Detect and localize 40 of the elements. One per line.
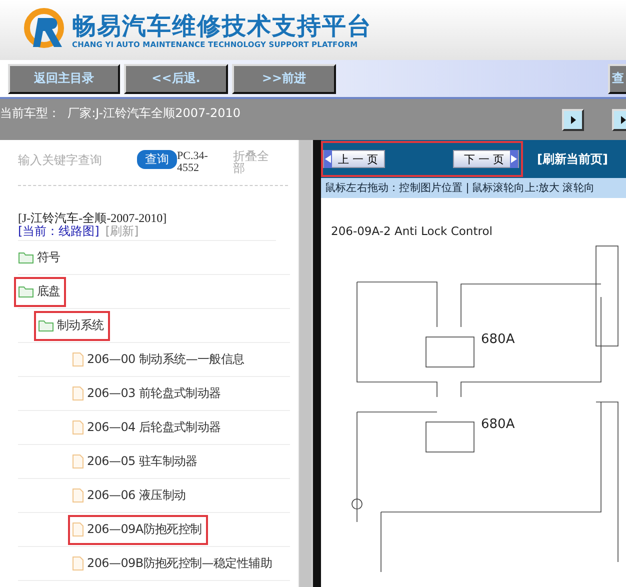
panel-toggle-button[interactable] <box>562 109 584 131</box>
document-icon <box>72 420 84 435</box>
document-icon <box>72 488 84 503</box>
site-title: 畅易汽车维修技术支持平台 <box>72 12 372 40</box>
document-icon <box>72 556 84 571</box>
document-icon <box>72 522 84 537</box>
usage-hint: 鼠标左右拖动：控制图片位置 | 鼠标滚轮向上:放大 滚轮向 <box>321 178 626 198</box>
tree-item[interactable]: 206—09B防抱死控制—稳定性辅助 <box>68 548 278 578</box>
scrollbar[interactable] <box>298 140 311 587</box>
tree-item[interactable]: 206—05 驻车制动器 <box>68 446 204 476</box>
tree-item[interactable]: 206—06 液压制动 <box>68 480 192 510</box>
vehicle-name: [J-江铃汽车-全顺-2007-2010] <box>18 212 168 225</box>
next-page-button[interactable]: 下 一 页 <box>453 150 519 168</box>
splitter-bar[interactable] <box>311 140 321 587</box>
diagram-title: 206-09A-2 Anti Lock Control <box>331 224 494 238</box>
current-vehicle-text: 当前车型： 厂家:J-江铃汽车全顺2007-2010 <box>0 105 241 122</box>
arrow-right-icon <box>511 155 517 163</box>
tree-item[interactable]: 制动系统 <box>34 310 110 340</box>
code-text: PC.34-4552 <box>177 150 209 174</box>
document-icon <box>72 352 84 367</box>
tree-item[interactable]: 符号 <box>14 242 66 272</box>
search-button[interactable]: 查询 <box>137 150 177 169</box>
previous-page-button[interactable]: 上 一 页 <box>323 150 385 168</box>
document-icon <box>72 454 84 469</box>
component-label: 680A <box>481 332 515 347</box>
current-view-link[interactable]: [当前：线路图] <box>18 225 100 238</box>
arrow-left-icon <box>325 155 331 163</box>
folder-icon <box>18 251 34 264</box>
refresh-page-link[interactable]: [刷新当前页] <box>537 150 608 168</box>
tree-item[interactable]: 底盘 <box>14 276 66 306</box>
document-icon <box>72 386 84 401</box>
folder-icon <box>18 285 34 298</box>
tree-item[interactable]: 206—09A防抱死控制 <box>68 514 208 544</box>
component-label: 680A <box>481 417 515 432</box>
tree-item[interactable]: 206—04 后轮盘式制动器 <box>68 412 227 442</box>
tree-item[interactable]: 206—00 制动系统—一般信息 <box>68 344 250 374</box>
tree-item[interactable]: 206—03 前轮盘式制动器 <box>68 378 227 408</box>
caret-icon <box>619 115 626 125</box>
caret-icon <box>569 115 577 125</box>
folder-icon <box>38 319 54 332</box>
